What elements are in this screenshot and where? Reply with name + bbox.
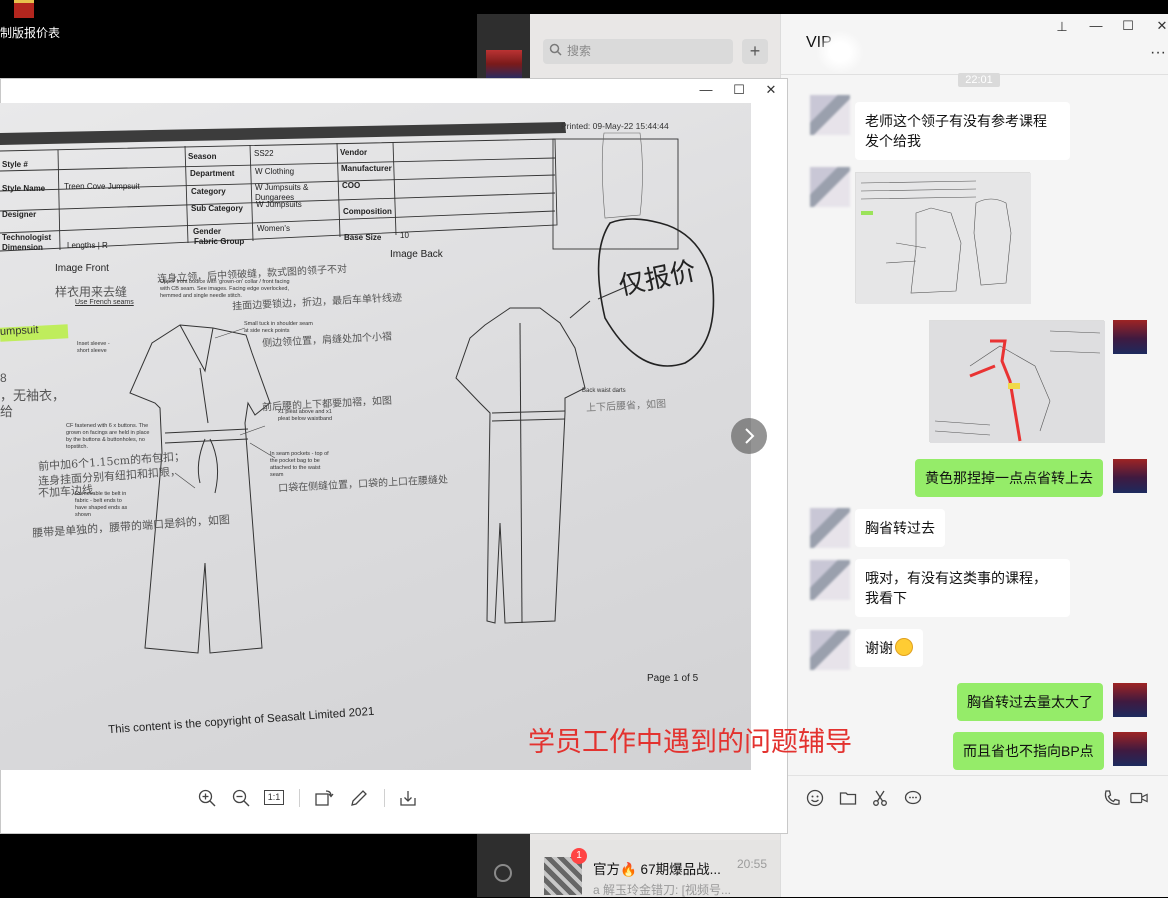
- time-divider: 22:01: [958, 73, 1000, 87]
- message-bubble-in[interactable]: 哦对，有没有这类事的课程，我看下: [855, 559, 1070, 617]
- mini-program-icon[interactable]: [494, 864, 512, 882]
- annotation: Back waist darts: [582, 388, 626, 394]
- pin-icon[interactable]: ⊥: [1052, 19, 1072, 35]
- sub-category-label: Sub Category: [191, 204, 244, 213]
- use-french-seams: Use French seams: [75, 299, 134, 306]
- chat-item-title: 官方🔥 67期爆品战...: [593, 862, 721, 877]
- dimension-value: Lengths | R: [67, 241, 108, 250]
- coo-label: COO: [342, 181, 361, 190]
- message-bubble-out[interactable]: 而且省也不指向BP点: [953, 732, 1104, 770]
- annotation: Inset sleeve - short sleeve: [77, 341, 110, 354]
- download-icon[interactable]: [398, 788, 418, 808]
- minimize-button[interactable]: —: [1086, 18, 1106, 34]
- folder-icon[interactable]: [839, 789, 857, 807]
- my-avatar[interactable]: [1113, 732, 1147, 766]
- message-image-out[interactable]: [929, 320, 1105, 443]
- viewer-close-button[interactable]: ✕: [761, 82, 781, 98]
- annotation: Removable tie belt in fabric - belt ends…: [75, 491, 128, 518]
- more-icon[interactable]: ···: [1150, 44, 1166, 62]
- gender-value: Women's: [257, 224, 290, 233]
- dimension-label: Dimension: [2, 243, 43, 252]
- add-chat-button[interactable]: +: [742, 39, 768, 64]
- overlay-caption: 学员工作中遇到的问题辅导: [528, 727, 852, 758]
- technologist-label: Technologist: [2, 233, 52, 242]
- annotation: In seam pockets - top of the pocket bag …: [270, 451, 329, 478]
- search-input[interactable]: [567, 43, 727, 59]
- chat-item-time: 20:55: [737, 857, 768, 871]
- close-button[interactable]: ✕: [1152, 18, 1168, 34]
- spreadsheet-file-icon[interactable]: [14, 0, 34, 18]
- contact-avatar[interactable]: [810, 167, 850, 207]
- message-bubble-out[interactable]: 黄色那捏掉一点点省转上去: [915, 459, 1103, 497]
- season-label: Season: [188, 152, 217, 161]
- my-avatar[interactable]: [1113, 683, 1147, 717]
- viewer-minimize-button[interactable]: —: [696, 82, 716, 98]
- contact-avatar[interactable]: [810, 630, 850, 670]
- video-call-icon[interactable]: [1130, 789, 1148, 807]
- input-divider: [781, 775, 1168, 776]
- contact-avatar[interactable]: [810, 508, 850, 548]
- contact-avatar[interactable]: [810, 95, 850, 135]
- actual-size-icon[interactable]: 1:1: [264, 790, 284, 805]
- annotation: 样衣用来去缝: [55, 285, 128, 299]
- sub-category-value: W Jumpsuits: [256, 200, 302, 209]
- annotation: CF fastened with 6 x buttons. The grown …: [66, 423, 150, 450]
- next-image-button[interactable]: [731, 418, 767, 454]
- zoom-out-icon[interactable]: [231, 788, 251, 808]
- my-avatar[interactable]: [486, 50, 522, 78]
- season-value: SS22: [254, 149, 274, 158]
- toolbar-separator: [384, 789, 385, 807]
- toolbar-separator: [299, 789, 300, 807]
- gender-label: Gender: [193, 227, 222, 236]
- base-size-label: Base Size: [344, 233, 382, 242]
- maximize-button[interactable]: ☐: [1118, 18, 1138, 34]
- blurred-name: [816, 30, 864, 74]
- message-bubble-in[interactable]: 谢谢: [855, 629, 923, 667]
- my-avatar[interactable]: [1113, 459, 1147, 493]
- viewer-maximize-button[interactable]: ☐: [729, 82, 749, 98]
- message-bubble-out[interactable]: 胸省转过去量太大了: [957, 683, 1103, 721]
- phone-icon[interactable]: [1103, 789, 1121, 807]
- style-name-label: Style Name: [2, 184, 46, 193]
- fabric-group-label: Fabric Group: [194, 237, 245, 246]
- message-image-in[interactable]: [855, 172, 1031, 304]
- page-number: Page 1 of 5: [647, 673, 699, 684]
- message-bubble-in[interactable]: 胸省转过去: [855, 509, 945, 547]
- department-label: Department: [190, 169, 235, 178]
- rotate-icon[interactable]: [314, 788, 334, 808]
- chevron-right-icon: [745, 428, 755, 444]
- chat-bubble-icon[interactable]: [904, 789, 922, 807]
- zoom-in-icon[interactable]: [197, 788, 217, 808]
- desktop-file-label[interactable]: 制版报价表: [0, 24, 60, 41]
- vendor-label: Vendor: [340, 148, 368, 157]
- base-size-value: 10: [400, 231, 409, 240]
- unread-badge: 1: [571, 848, 587, 864]
- pencil-icon[interactable]: [349, 788, 369, 808]
- style-name-value: Treen Cove Jumpsuit: [64, 182, 140, 191]
- annotation: 给: [0, 405, 14, 420]
- message-bubble-in[interactable]: 老师这个领子有没有参考课程发个给我: [855, 102, 1070, 160]
- grinning-emoji-icon: [895, 638, 913, 656]
- contact-avatar[interactable]: [810, 560, 850, 600]
- chat-item-preview: a 解玉玲金错刀: [视频号...: [593, 883, 732, 897]
- department-value: W Clothing: [255, 167, 295, 176]
- jumpsuit-highlight: umpsuit: [0, 323, 39, 339]
- image-back-label: Image Back: [390, 249, 443, 260]
- style-no-label: Style #: [2, 160, 28, 169]
- my-avatar[interactable]: [1113, 320, 1147, 354]
- spec-sheet-photo: Printed: 09-May-22 15:44:44 Style # Styl…: [0, 103, 751, 770]
- printed-timestamp: Printed: 09-May-22 15:44:44: [561, 121, 669, 131]
- search-icon: [549, 43, 562, 56]
- annotation: x1 pleat above and x1 pleat below waistb…: [278, 409, 333, 422]
- category-label: Category: [191, 187, 226, 196]
- image-front-label: Image Front: [55, 263, 109, 274]
- message-text: 谢谢: [865, 640, 893, 656]
- composition-label: Composition: [343, 207, 392, 216]
- manufacturer-label: Manufacturer: [341, 164, 392, 173]
- annotation: 8: [0, 371, 7, 385]
- scissors-icon[interactable]: [871, 789, 889, 807]
- designer-label: Designer: [2, 210, 37, 219]
- emoji-icon[interactable]: [806, 789, 824, 807]
